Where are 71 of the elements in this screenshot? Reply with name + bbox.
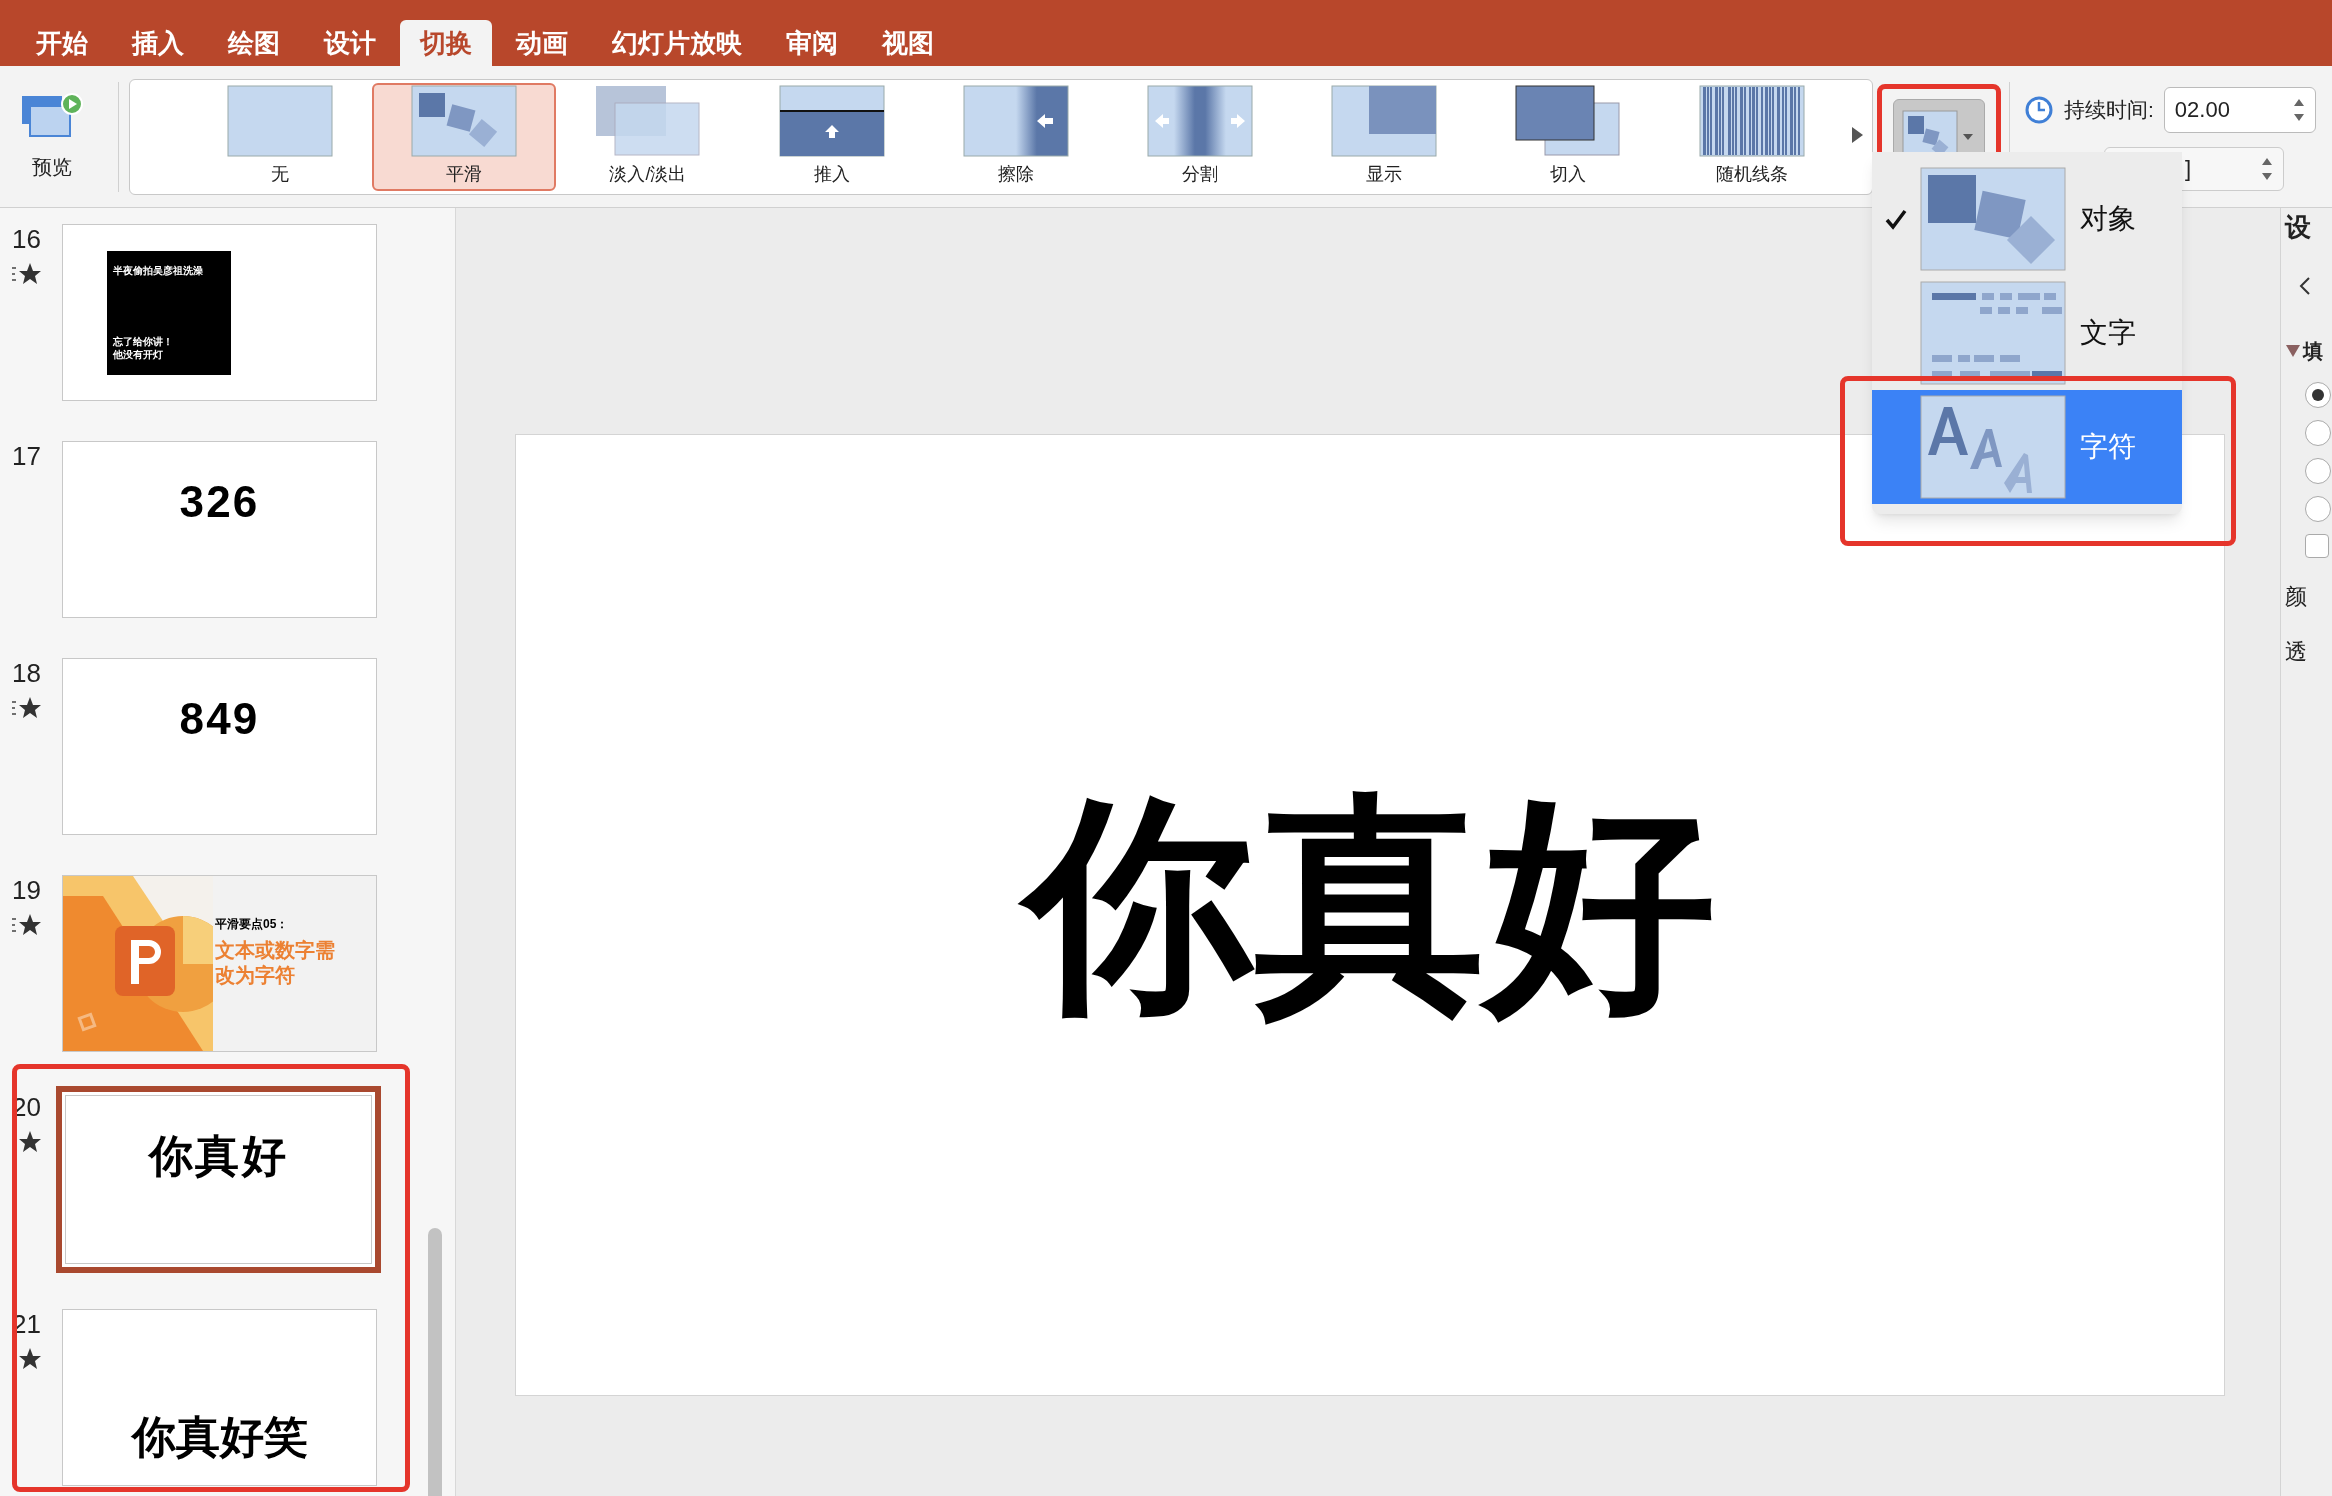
slide-number: 18 — [12, 660, 42, 686]
ribbon-tab[interactable]: 动画 — [496, 20, 588, 66]
split-icon — [1147, 85, 1253, 157]
caret-icon — [1962, 132, 1974, 141]
transition-option[interactable]: 切入 — [1476, 82, 1660, 191]
shapes-icon — [411, 85, 517, 157]
transition-option[interactable]: 无 — [188, 82, 372, 191]
transition-option[interactable]: 平滑 — [372, 82, 556, 191]
slide-thumbnail[interactable]: 平滑要点05： 文本或数字需 改为字符 — [62, 875, 377, 1052]
vertical-bars-icon — [1699, 85, 1805, 157]
checkmark-icon — [1885, 208, 1907, 230]
ribbon-tab[interactable]: 插入 — [112, 20, 204, 66]
slide-title: 文本或数字需 — [215, 938, 335, 963]
radio-button[interactable] — [2305, 458, 2331, 484]
transition-option[interactable]: 擦除 — [924, 82, 1108, 191]
ribbon-tab[interactable]: 开始 — [16, 20, 108, 66]
slide-thumbnail[interactable]: 半夜偷拍吴彦祖洗澡 忘了给你讲！ 他没有开灯 — [62, 224, 377, 401]
pane-title: 设 — [2285, 214, 2311, 240]
menu-item[interactable]: 字符 — [1872, 390, 2182, 504]
text-lines-icon — [1920, 281, 2066, 385]
menu-item[interactable]: 文字 — [1872, 276, 2182, 390]
collapse-icon[interactable] — [2285, 344, 2301, 358]
slide-text: 忘了给你讲！ — [113, 336, 174, 349]
slide-text: 他没有开灯 — [113, 348, 164, 361]
overlapping-slides-icon — [595, 85, 701, 157]
slide-number: 19 — [12, 877, 42, 903]
slide-thumbnail[interactable]: 849 — [62, 658, 377, 835]
push-up-icon — [779, 85, 885, 157]
pane-label: 透 — [2285, 638, 2307, 666]
radio-button[interactable] — [2305, 420, 2331, 446]
transition-option[interactable]: 随机线条 — [1660, 82, 1844, 191]
transition-option[interactable]: 分割 — [1108, 82, 1292, 191]
ribbon-tab[interactable]: 视图 — [862, 20, 954, 66]
slide-title: 你真好 — [149, 1134, 288, 1178]
ribbon-tab[interactable]: 设计 — [304, 20, 396, 66]
slide-title: 326 — [179, 480, 260, 524]
ribbon-tab[interactable]: 审阅 — [766, 20, 858, 66]
cut-slides-icon — [1515, 85, 1621, 157]
ribbon-tab[interactable]: 切换 — [400, 20, 492, 66]
slide-title: 你真好 — [1001, 749, 1739, 1061]
slide-number: 16 — [12, 226, 42, 252]
ribbon-tab[interactable]: 幻灯片放映 — [592, 20, 762, 66]
radio-button[interactable] — [2305, 382, 2331, 408]
slide-text: 半夜偷拍吴彦祖洗澡 — [113, 265, 204, 278]
transition-option[interactable]: 显示 — [1292, 82, 1476, 191]
duration-field[interactable]: 02.00 — [2163, 86, 2316, 133]
section-heading: 填 — [2303, 339, 2323, 364]
slide-thumbnail[interactable]: 326 — [62, 441, 377, 618]
slide-number: 17 — [12, 443, 42, 469]
wipe-icon — [963, 85, 1069, 157]
scroll-right-icon[interactable] — [1850, 125, 1864, 144]
slide-title: 你真好笑 — [131, 1415, 308, 1459]
ribbon-tab[interactable]: 绘图 — [208, 20, 300, 66]
clock-icon — [2024, 94, 2054, 125]
blank-slide-icon — [227, 85, 333, 157]
slide-thumbnail[interactable]: 你真好 — [56, 1086, 381, 1273]
slide-title: 改为字符 — [215, 963, 296, 988]
slide-thumbnail[interactable]: 你真好笑 — [62, 1309, 377, 1486]
transition-option[interactable]: 淡入/淡出 — [556, 82, 740, 191]
scrollbar-thumb[interactable] — [428, 1228, 442, 1496]
duration-label: 持续时间: — [2064, 96, 2154, 123]
pane-label: 颜 — [2285, 583, 2307, 611]
letters-icon — [1920, 395, 2066, 499]
preview-button[interactable]: 预览 — [0, 76, 104, 197]
radio-button[interactable] — [2305, 496, 2331, 522]
slide-subtitle: 平滑要点05： — [215, 918, 290, 930]
shapes-icon — [1920, 167, 2066, 271]
reveal-icon — [1331, 85, 1437, 157]
transition-option[interactable]: 推入 — [740, 82, 924, 191]
slide-title: 849 — [179, 697, 260, 741]
checkbox[interactable] — [2305, 534, 2329, 558]
